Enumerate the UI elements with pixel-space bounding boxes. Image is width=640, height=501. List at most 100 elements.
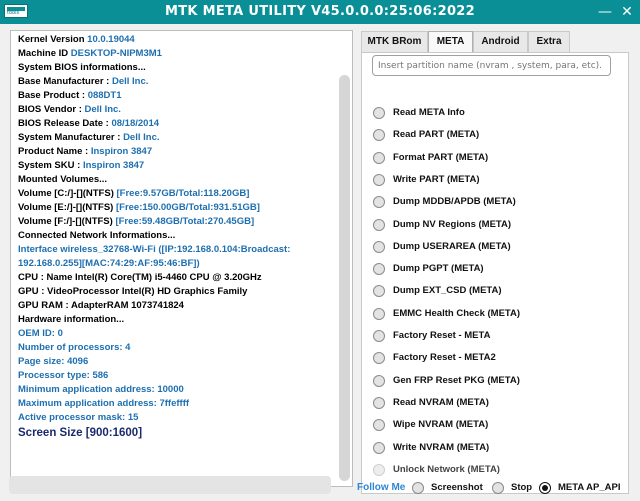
- meta-ap-api-radio[interactable]: [539, 482, 551, 494]
- log-line: GPU RAM : AdapterRAM 1073741824: [18, 299, 336, 313]
- log-line-value: 088DT1: [87, 90, 122, 101]
- log-line: Machine ID DESKTOP-NIPM3M1: [18, 47, 336, 61]
- close-button[interactable]: ✕: [616, 2, 638, 22]
- meta-ap-api-label: META AP_API: [558, 482, 621, 493]
- log-scrollbar[interactable]: [339, 75, 350, 481]
- screenshot-label: Screenshot: [431, 482, 483, 493]
- log-line-value: [Free:150.00GB/Total:931.51GB]: [115, 202, 260, 213]
- meta-option-radio[interactable]: [373, 196, 385, 209]
- meta-option-radio[interactable]: [373, 330, 385, 342]
- log-line: Volume [F:/]-[](NTFS) [Free:59.48GB/Tota…: [18, 215, 336, 229]
- log-line-label: System Manufacturer :: [18, 132, 124, 143]
- meta-option-label: Write PART (META): [393, 173, 480, 185]
- log-line: Active processor mask: 15: [18, 411, 336, 425]
- log-line-value: Minimum application address: 10000: [18, 384, 184, 395]
- log-line: Mounted Volumes...: [18, 173, 336, 187]
- log-panel[interactable]: Kernel Version 10.0.19044 Machine ID DESK…: [10, 30, 353, 487]
- meta-option-label: Dump USERAREA (META): [393, 240, 511, 252]
- log-line-value: 192.168.0.255][MAC:74:29:AF:95:46:BF]): [18, 258, 200, 269]
- log-line-value: [Free:9.57GB/Total:118.20GB]: [116, 188, 250, 199]
- meta-option-radio[interactable]: [373, 129, 385, 142]
- meta-option-label: Write NVRAM (META): [393, 441, 490, 453]
- stop-label: Stop: [511, 482, 533, 493]
- meta-option-radio[interactable]: [373, 374, 385, 387]
- log-line: System BIOS informations...: [18, 61, 336, 75]
- log-line-label: Product Name :: [18, 146, 91, 157]
- window-title: MTK META UTILITY V45.0.0.0:25:06:2022: [164, 4, 476, 19]
- screenshot-radio[interactable]: [412, 482, 424, 494]
- meta-option-radio[interactable]: [373, 263, 385, 276]
- log-line-label: System BIOS informations...: [18, 62, 146, 73]
- log-line-label: Mounted Volumes...: [18, 174, 108, 185]
- tab-extra[interactable]: Extra: [528, 31, 570, 52]
- log-line: Hardware information...: [18, 313, 336, 327]
- meta-option-radio[interactable]: [373, 307, 385, 320]
- meta-option-label: Wipe NVRAM (META): [393, 419, 489, 431]
- log-line: GPU : VideoProcessor Intel(R) HD Graphic…: [18, 285, 336, 299]
- meta-panel: Read META Info Read PART (META) Format PAR…: [361, 52, 629, 494]
- log-line-label: Volume [C:/]-[](NTFS): [18, 188, 117, 199]
- tab-meta[interactable]: META: [428, 31, 473, 53]
- meta-option-radio[interactable]: [373, 419, 385, 432]
- log-line-value: Processor type: 586: [18, 370, 109, 381]
- title-bar: tools MTK META UTILITY V45.0.0.0:25:06:2…: [0, 0, 640, 24]
- log-line: BIOS Release Date : 08/18/2014: [18, 117, 336, 131]
- log-line-value: Number of processors: 4: [18, 342, 131, 353]
- log-line-value: [Free:59.48GB/Total:270.45GB]: [115, 216, 255, 227]
- minimize-button[interactable]: —: [594, 2, 616, 22]
- meta-option-label: Dump NV Regions (META): [393, 218, 512, 230]
- meta-option-label: Format PART (META): [393, 151, 489, 163]
- log-line-value: Maximum application address: 7ffeffff: [18, 398, 190, 409]
- log-line-value: Page size: 4096: [18, 356, 89, 367]
- log-line-value: Dell Inc.: [111, 76, 149, 87]
- log-line: System Manufacturer : Dell Inc.: [18, 131, 336, 145]
- tab-android[interactable]: Android: [473, 31, 528, 52]
- log-line: Volume [E:/]-[](NTFS) [Free:150.00GB/Tot…: [18, 201, 336, 215]
- meta-option-radio[interactable]: [373, 151, 385, 164]
- meta-option-radio[interactable]: [373, 352, 385, 365]
- main-content: Kernel Version 10.0.19044 Machine ID DESK…: [0, 24, 640, 501]
- log-line-label: Machine ID: [18, 48, 71, 59]
- log-line-value: Dell Inc.: [84, 104, 121, 115]
- meta-option-radio[interactable]: [373, 240, 385, 253]
- meta-option-label: Dump MDDB/APDB (META): [393, 196, 516, 208]
- log-line: OEM ID: 0: [18, 327, 336, 341]
- log-line-label: Kernel Version: [18, 34, 88, 45]
- log-line-label: System SKU :: [18, 160, 83, 171]
- log-line-label: Base Manufacturer :: [18, 76, 112, 87]
- meta-option-radio[interactable]: [373, 396, 385, 409]
- meta-option-label: Factory Reset - META2: [393, 352, 496, 364]
- log-line-label: CPU : Name Intel(R) Core(TM) i5-4460 CPU…: [18, 272, 262, 283]
- log-line-label: Base Product :: [18, 90, 88, 101]
- log-line-value: 08/18/2014: [111, 118, 160, 129]
- log-line: Kernel Version 10.0.19044: [18, 33, 336, 47]
- meta-option-radio[interactable]: [373, 107, 385, 119]
- meta-option-label: Dump EXT_CSD (META): [393, 285, 502, 297]
- log-line-label: BIOS Vendor :: [18, 104, 85, 115]
- stop-radio[interactable]: [492, 482, 504, 494]
- progress-bar: [9, 476, 331, 494]
- tab-mtk-brom[interactable]: MTK BRom: [361, 31, 428, 52]
- log-line-label: GPU RAM : AdapterRAM 1073741824: [18, 300, 184, 311]
- log-line-label: Hardware information...: [18, 314, 125, 325]
- meta-option-radio[interactable]: [373, 218, 385, 231]
- log-line-label: Volume [F:/]-[](NTFS): [18, 216, 116, 227]
- log-line: Maximum application address: 7ffeffff: [18, 397, 336, 411]
- log-line: Base Manufacturer : Dell Inc.: [18, 75, 336, 89]
- meta-option-radio: [373, 463, 385, 476]
- meta-option-label: Gen FRP Reset PKG (META): [393, 374, 520, 386]
- meta-option-radio[interactable]: [373, 173, 385, 186]
- log-line: Number of processors: 4: [18, 341, 336, 355]
- log-line-value: Inspiron 3847: [82, 160, 145, 171]
- meta-option-radio[interactable]: [373, 285, 385, 298]
- log-line-value: Interface wireless_32768-Wi-Fi ([IP:192.…: [18, 244, 291, 255]
- log-line: Product Name : Inspiron 3847: [18, 145, 336, 159]
- log-line-value: Inspiron 3847: [90, 146, 153, 157]
- log-line-value: OEM ID: 0: [18, 328, 63, 339]
- meta-option-label: EMMC Health Check (META): [393, 307, 521, 319]
- log-line-label: Connected Network Informations...: [18, 230, 176, 241]
- follow-me-link[interactable]: Follow Me: [357, 480, 405, 496]
- meta-option-radio[interactable]: [373, 441, 385, 454]
- partition-search-input[interactable]: [372, 55, 611, 76]
- log-line: Page size: 4096: [18, 355, 336, 369]
